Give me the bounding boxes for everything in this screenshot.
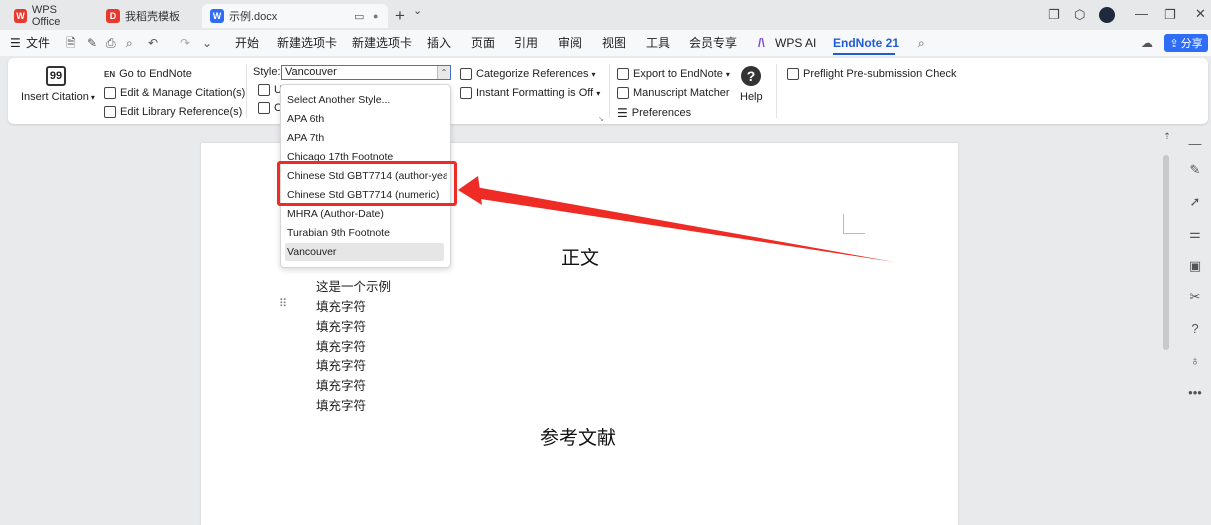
annotation-arrow [458, 176, 894, 262]
arrow-shaft [470, 186, 894, 262]
arrow-head [458, 176, 482, 205]
